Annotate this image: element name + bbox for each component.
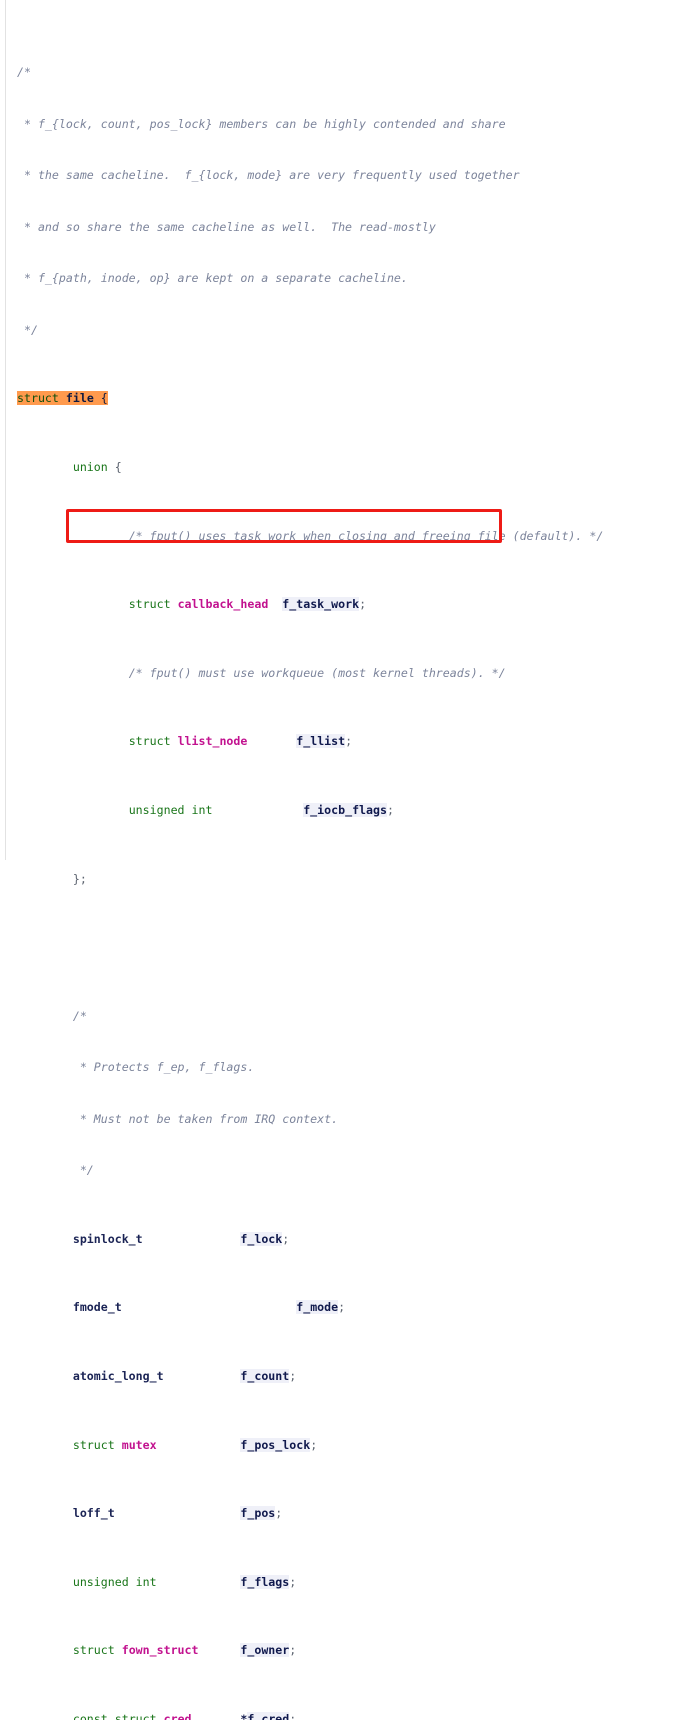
member-f-cred: f_cred	[247, 1712, 290, 1720]
comment-text: /*	[17, 65, 31, 80]
type-callback-head: callback_head	[177, 597, 269, 612]
semicolon: ;	[386, 803, 394, 817]
semicolon: ;	[310, 1437, 318, 1452]
brace-open: {	[114, 459, 122, 474]
comment-text: * Must not be taken from IRQ context.	[72, 1111, 339, 1126]
semicolon: ;	[345, 734, 353, 749]
code-line-struct-file: struct file {	[0, 390, 687, 407]
code-line: /*	[0, 1008, 687, 1025]
comment-text: /* fput() must use workqueue (most kerne…	[128, 665, 506, 680]
keyword-struct: struct	[17, 391, 59, 406]
code-line: */	[0, 1162, 687, 1179]
keyword-struct: struct	[128, 597, 171, 612]
comment-text: */	[17, 322, 38, 337]
code-line: * f_{path, inode, op} are kept on a sepa…	[0, 270, 687, 287]
code-line: struct fown_struct f_owner;	[0, 1642, 687, 1659]
code-line: unsigned int f_iocb_flags;	[0, 802, 687, 819]
union-close: };	[72, 871, 87, 886]
comment-text: */	[72, 1163, 94, 1178]
code-line: const struct cred *f_cred;	[0, 1711, 687, 1720]
member-f-count: f_count	[240, 1369, 290, 1384]
type-mutex: mutex	[121, 1437, 157, 1452]
member-f-llist: f_llist	[296, 734, 346, 749]
comment-text: /*	[72, 1008, 87, 1023]
semicolon: ;	[289, 1643, 297, 1658]
code-line: };	[0, 871, 687, 888]
keyword-union: union	[72, 459, 108, 474]
code-line: * the same cacheline. f_{lock, mode} are…	[0, 167, 687, 184]
code-line: /*	[0, 64, 687, 81]
type-file: file	[65, 391, 94, 406]
type-fown-struct: fown_struct	[121, 1643, 199, 1658]
code-line: union {	[0, 459, 687, 476]
semicolon: ;	[275, 1506, 283, 1521]
semicolon: ;	[289, 1369, 297, 1384]
code-line: /* fput() uses task work when closing an…	[0, 528, 687, 545]
member-f-pos-lock: f_pos_lock	[240, 1437, 311, 1452]
code-line: loff_t f_pos;	[0, 1505, 687, 1522]
comment-text: * Protects f_ep, f_flags.	[72, 1060, 255, 1075]
type-fmode-t: fmode_t	[72, 1300, 122, 1315]
semicolon: ;	[289, 1712, 297, 1720]
member-f-owner: f_owner	[240, 1643, 290, 1658]
type-loff-t: loff_t	[72, 1506, 115, 1521]
keyword-struct: struct	[72, 1643, 115, 1658]
type-atomic-long-t: atomic_long_t	[72, 1369, 164, 1384]
semicolon: ;	[282, 1231, 290, 1246]
comment-text: * f_{lock, count, pos_lock} members can …	[17, 116, 506, 131]
code-line: * Must not be taken from IRQ context.	[0, 1111, 687, 1128]
type-spinlock-t: spinlock_t	[72, 1231, 143, 1246]
keyword-struct: struct	[128, 734, 171, 749]
comment-text: * the same cacheline. f_{lock, mode} are…	[17, 168, 520, 183]
type-cred: cred	[163, 1712, 192, 1720]
member-f-task-work: f_task_work	[282, 597, 360, 612]
code-line: * and so share the same cacheline as wel…	[0, 219, 687, 236]
code-line: struct llist_node f_llist;	[0, 733, 687, 750]
code-line: * f_{lock, count, pos_lock} members can …	[0, 116, 687, 133]
keyword-unsigned-int: unsigned int	[128, 803, 213, 817]
type-llist-node: llist_node	[177, 734, 248, 749]
code-line: /* fput() must use workqueue (most kerne…	[0, 665, 687, 682]
code-line: unsigned int f_flags;	[0, 1574, 687, 1591]
keyword-unsigned-int: unsigned int	[72, 1574, 157, 1589]
keyword-const: const	[72, 1712, 108, 1720]
semicolon: ;	[338, 1300, 346, 1315]
member-f-iocb-flags: f_iocb_flags	[303, 803, 387, 817]
search-highlight: struct file {	[17, 391, 108, 406]
code-line: * Protects f_ep, f_flags.	[0, 1059, 687, 1076]
code-line: */	[0, 322, 687, 339]
semicolon: ;	[289, 1574, 297, 1589]
code-line: fmode_t f_mode;	[0, 1299, 687, 1316]
member-f-lock: f_lock	[240, 1231, 283, 1246]
code-line: atomic_long_t f_count;	[0, 1368, 687, 1385]
comment-text: /* fput() uses task work when closing an…	[128, 528, 604, 543]
code-viewer[interactable]: /* * f_{lock, count, pos_lock} members c…	[0, 0, 687, 1720]
member-f-pos: f_pos	[240, 1506, 276, 1521]
member-f-mode: f_mode	[296, 1300, 339, 1315]
keyword-struct: struct	[72, 1437, 115, 1452]
code-listing[interactable]: /* * f_{lock, count, pos_lock} members c…	[0, 13, 687, 1720]
comment-text: * f_{path, inode, op} are kept on a sepa…	[17, 271, 408, 286]
brace-open: {	[100, 391, 108, 406]
code-line: struct mutex f_pos_lock;	[0, 1437, 687, 1454]
keyword-struct: struct	[114, 1712, 157, 1720]
semicolon: ;	[359, 597, 367, 612]
code-line: struct callback_head f_task_work;	[0, 596, 687, 613]
member-f-flags: f_flags	[240, 1574, 290, 1589]
comment-text: * and so share the same cacheline as wel…	[17, 219, 436, 234]
code-line: spinlock_t f_lock;	[0, 1231, 687, 1248]
